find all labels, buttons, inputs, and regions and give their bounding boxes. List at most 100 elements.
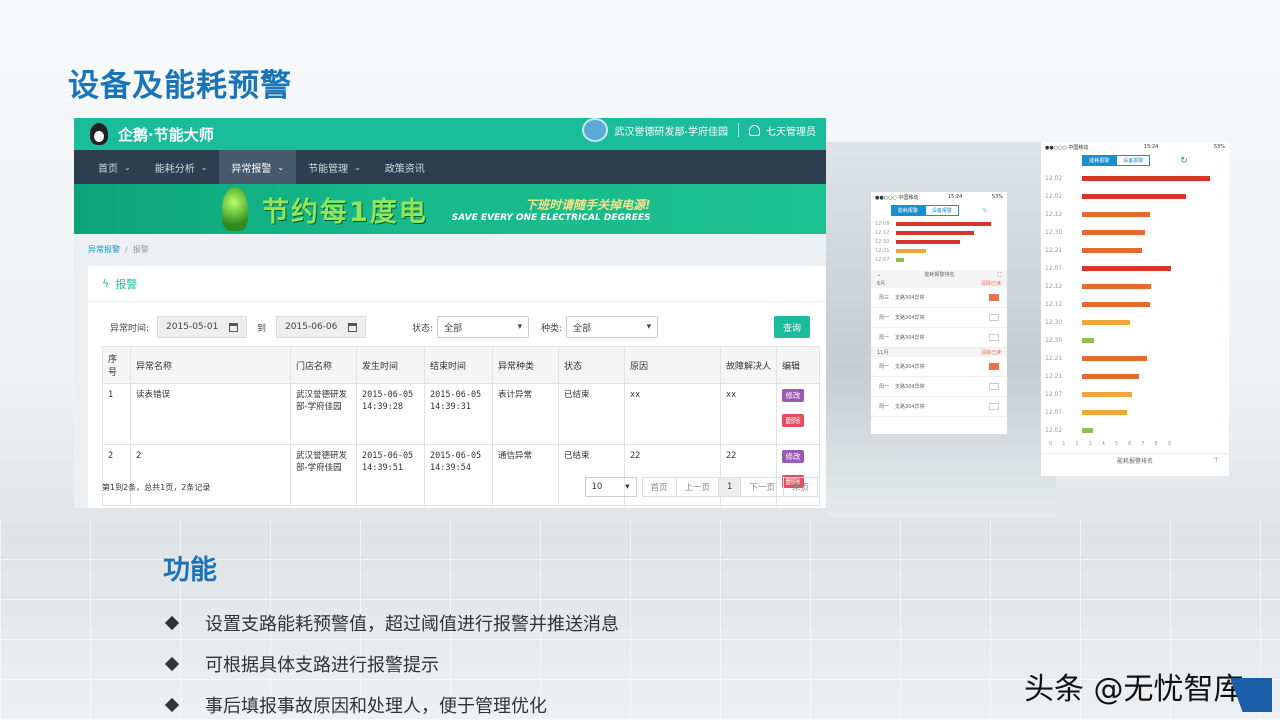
list-item[interactable]: 周一 支路304异常	[871, 308, 1007, 328]
date-from-value: 2015-05-01	[166, 322, 219, 332]
date-to-value: 2015-06-06	[285, 322, 338, 332]
expand-icon[interactable]: ⛶	[997, 272, 1001, 278]
pager-page[interactable]: 1	[718, 477, 742, 497]
col-header: 结束时间	[424, 346, 493, 384]
bar[interactable]	[1082, 319, 1130, 325]
nav-item-policy[interactable]: 政策资讯	[373, 150, 437, 184]
bar[interactable]	[1082, 229, 1145, 235]
bar-row: 12:21	[871, 246, 1007, 255]
nav-item-alarm[interactable]: 异常报警 ⌄	[219, 150, 297, 184]
pager-next[interactable]: 下一页	[740, 477, 784, 497]
list-item[interactable]: 周三 支路304异常	[871, 288, 1007, 308]
bar-row: 12.07	[1041, 403, 1229, 421]
item-day: 周一	[879, 384, 890, 390]
filter-bar: 异常时间: 2015-05-01 到 2015-06-06 状态: 全部 ▾ 种类…	[110, 316, 810, 338]
edit-button[interactable]: 修改	[782, 450, 804, 463]
bar[interactable]	[896, 257, 904, 262]
bar[interactable]	[1082, 247, 1142, 253]
col-header: 异常种类	[492, 346, 559, 384]
diamond-bullet-icon	[164, 656, 180, 671]
list-item[interactable]: 周一 支路304异常	[871, 328, 1007, 348]
bar-label: 12.02	[1045, 174, 1063, 182]
tab-energy-alarm[interactable]: 能耗报警	[1082, 155, 1117, 166]
cell: 武汉誉德研发部-学府佳园	[290, 444, 357, 506]
status-select[interactable]: 全部 ▾	[437, 316, 530, 338]
bar[interactable]	[1082, 337, 1094, 343]
cell: xx	[624, 383, 721, 445]
alarm-list: 6月 清除已读 周三 支路304异常 周一 支路304异常 周一 支路304异常 11月 清除已读…	[871, 279, 1007, 417]
nav-item-energy-management[interactable]: 节能管理 ⌄	[296, 150, 373, 184]
pager-last[interactable]: 末页	[782, 477, 818, 497]
cell: 武汉誉德研发部-学府佳园	[290, 383, 357, 445]
refresh-icon[interactable]: ↻	[1180, 156, 1188, 166]
list-section-header: 6月 清除已读	[871, 279, 1007, 288]
delete-button[interactable]: 删除	[782, 414, 804, 427]
mail-icon	[989, 334, 999, 341]
edit-button[interactable]: 修改	[782, 389, 804, 402]
list-item[interactable]: 周一 支路304异常	[871, 397, 1007, 417]
bar[interactable]	[1082, 301, 1150, 307]
nav-label: 能耗分析	[154, 163, 195, 175]
collapse-icon[interactable]: ⌄	[877, 272, 881, 278]
bar[interactable]	[1082, 193, 1186, 199]
col-header: 发生时间	[356, 346, 425, 384]
type-select[interactable]: 全部 ▾	[566, 316, 659, 338]
list-item[interactable]: 周一 支路304异常	[871, 357, 1007, 377]
bar[interactable]	[1082, 265, 1171, 271]
feature-item: 事后填报事故原因和处理人，便于管理优化	[164, 684, 619, 725]
org-name[interactable]: 武汉誉德研发部-学府佳园	[614, 123, 728, 138]
bar-row: 12.12	[1041, 295, 1229, 313]
bar-row: 12.21	[1041, 349, 1229, 367]
bar[interactable]	[896, 248, 926, 253]
pin-icon[interactable]: ⊤	[1214, 457, 1219, 464]
bar-label: 12:21	[875, 247, 890, 254]
list-item[interactable]: 周一 支路304异常	[871, 377, 1007, 397]
clear-read-link[interactable]: 清除已读	[981, 280, 1001, 287]
tab-device-alarm[interactable]: 设备报警	[1116, 155, 1151, 166]
mail-icon	[989, 314, 999, 321]
caret-down-icon: ▾	[646, 322, 652, 332]
bar-label: 12.30	[1045, 228, 1063, 236]
query-button[interactable]: 查询	[774, 316, 810, 338]
promo-banner: 节约每1度电 下班时请随手关掉电源! SAVE EVERY ONE ELECTR…	[74, 184, 826, 234]
section-month: 11月	[877, 350, 889, 356]
bar[interactable]	[1082, 283, 1151, 289]
nav-item-home[interactable]: 首页 ⌄	[86, 150, 143, 184]
item-day: 周一	[879, 404, 890, 410]
bar[interactable]	[1082, 355, 1147, 361]
table-header-row: 序号 异常名称 门店名称 发生时间 结束时间 异常种类 状态 原因 故障解决人 …	[102, 346, 820, 384]
nav-item-energy-analysis[interactable]: 能耗分析 ⌄	[143, 150, 220, 184]
bar[interactable]	[1082, 409, 1127, 415]
bar[interactable]	[896, 221, 991, 226]
user-name[interactable]: 七天管理员	[766, 123, 816, 138]
date-to-input[interactable]: 2015-06-06	[276, 316, 367, 338]
bar-row: 12.30	[1041, 223, 1229, 241]
bar[interactable]	[896, 239, 960, 244]
bar[interactable]	[1082, 175, 1210, 181]
bar-label: 12.30	[1045, 318, 1063, 326]
tab-energy-alarm[interactable]: 能耗报警	[890, 205, 925, 216]
breadcrumb-item[interactable]: 异常报警	[88, 244, 120, 255]
bar-label: 12.07	[1045, 408, 1063, 416]
clear-read-link[interactable]: 清除已读	[981, 349, 1001, 356]
pagination: 10 ▾ 首页 上一页 1 下一页 末页	[584, 477, 818, 497]
tab-device-alarm[interactable]: 设备报警	[924, 205, 959, 216]
diamond-bullet-icon	[164, 697, 180, 712]
bar[interactable]	[1082, 373, 1139, 379]
bar[interactable]	[1082, 391, 1132, 397]
bar[interactable]	[1082, 427, 1093, 433]
col-header: 原因	[624, 346, 721, 384]
bar[interactable]	[1082, 211, 1150, 217]
pager-prev[interactable]: 上一页	[675, 477, 720, 497]
bar-label: 12.21	[1045, 354, 1063, 362]
page-size-select[interactable]: 10 ▾	[584, 477, 637, 497]
chevron-down-icon: ⌄	[200, 162, 208, 172]
main-nav: 首页 ⌄ 能耗分析 ⌄ 异常报警 ⌄ 节能管理 ⌄ 政策资讯	[74, 150, 826, 184]
cell: 表计异常	[492, 383, 559, 445]
status-bar: ●●○○○ 中国移动 15:24 53%	[871, 192, 1007, 202]
bar[interactable]	[896, 230, 974, 235]
pager-first[interactable]: 首页	[641, 477, 677, 497]
bar-row: 12.12	[1041, 205, 1229, 223]
refresh-icon[interactable]: ↻	[983, 208, 987, 214]
date-from-input[interactable]: 2015-05-01	[157, 316, 248, 338]
